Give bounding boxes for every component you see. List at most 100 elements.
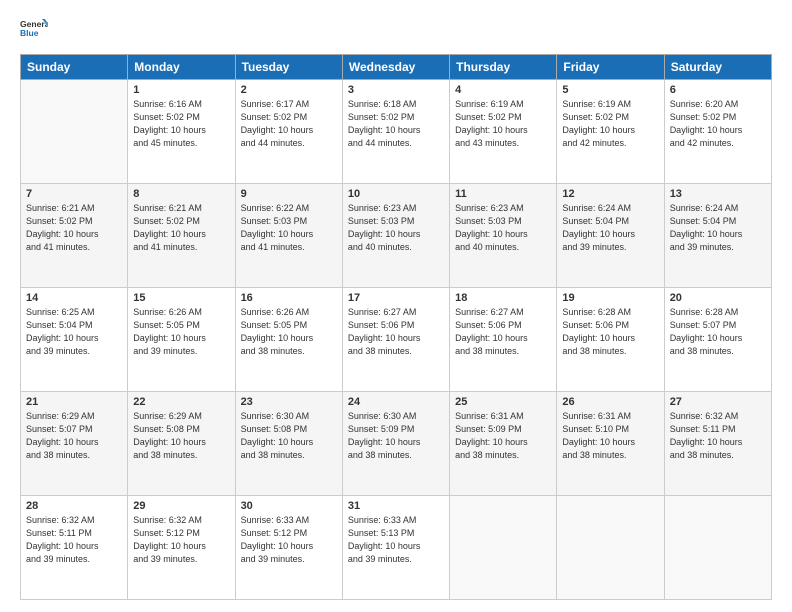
weekday-header-wednesday: Wednesday xyxy=(342,55,449,80)
day-info: Sunrise: 6:19 AMSunset: 5:02 PMDaylight:… xyxy=(455,98,551,150)
weekday-header-thursday: Thursday xyxy=(450,55,557,80)
day-number: 23 xyxy=(241,396,337,408)
day-info: Sunrise: 6:19 AMSunset: 5:02 PMDaylight:… xyxy=(562,98,658,150)
week-row-2: 7 Sunrise: 6:21 AMSunset: 5:02 PMDaylight… xyxy=(21,184,772,288)
day-number: 26 xyxy=(562,396,658,408)
calendar-cell: 27 Sunrise: 6:32 AMSunset: 5:11 PMDayligh… xyxy=(664,392,771,496)
calendar-cell: 3 Sunrise: 6:18 AMSunset: 5:02 PMDaylight… xyxy=(342,80,449,184)
day-info: Sunrise: 6:25 AMSunset: 5:04 PMDaylight:… xyxy=(26,306,122,358)
day-number: 22 xyxy=(133,396,229,408)
day-number: 14 xyxy=(26,292,122,304)
day-number: 7 xyxy=(26,188,122,200)
calendar-cell: 4 Sunrise: 6:19 AMSunset: 5:02 PMDaylight… xyxy=(450,80,557,184)
day-info: Sunrise: 6:24 AMSunset: 5:04 PMDaylight:… xyxy=(562,202,658,254)
calendar-cell: 28 Sunrise: 6:32 AMSunset: 5:11 PMDayligh… xyxy=(21,496,128,600)
day-number: 2 xyxy=(241,84,337,96)
calendar-cell xyxy=(664,496,771,600)
day-number: 16 xyxy=(241,292,337,304)
day-info: Sunrise: 6:20 AMSunset: 5:02 PMDaylight:… xyxy=(670,98,766,150)
calendar-cell: 30Sunrise: 6:33 AMSunset: 5:12 PMDayligh… xyxy=(235,496,342,600)
calendar-cell xyxy=(557,496,664,600)
calendar-cell: 14 Sunrise: 6:25 AMSunset: 5:04 PMDayligh… xyxy=(21,288,128,392)
calendar-cell: 22Sunrise: 6:29 AMSunset: 5:08 PMDayligh… xyxy=(128,392,235,496)
weekday-header-friday: Friday xyxy=(557,55,664,80)
day-info: Sunrise: 6:32 AMSunset: 5:12 PMDaylight:… xyxy=(133,514,229,566)
week-row-5: 28 Sunrise: 6:32 AMSunset: 5:11 PMDayligh… xyxy=(21,496,772,600)
weekday-header-sunday: Sunday xyxy=(21,55,128,80)
calendar-cell: 25 Sunrise: 6:31 AMSunset: 5:09 PMDayligh… xyxy=(450,392,557,496)
calendar-cell: 24 Sunrise: 6:30 AMSunset: 5:09 PMDayligh… xyxy=(342,392,449,496)
calendar-cell: 15Sunrise: 6:26 AMSunset: 5:05 PMDayligh… xyxy=(128,288,235,392)
day-number: 31 xyxy=(348,500,444,512)
logo-icon: General Blue xyxy=(20,16,48,44)
calendar-cell: 29 Sunrise: 6:32 AMSunset: 5:12 PMDayligh… xyxy=(128,496,235,600)
calendar-cell: 18 Sunrise: 6:27 AMSunset: 5:06 PMDayligh… xyxy=(450,288,557,392)
day-number: 1 xyxy=(133,84,229,96)
calendar-cell: 10 Sunrise: 6:23 AMSunset: 5:03 PMDayligh… xyxy=(342,184,449,288)
day-number: 24 xyxy=(348,396,444,408)
day-info: Sunrise: 6:32 AMSunset: 5:11 PMDaylight:… xyxy=(670,410,766,462)
day-number: 30 xyxy=(241,500,337,512)
calendar-cell: 12 Sunrise: 6:24 AMSunset: 5:04 PMDayligh… xyxy=(557,184,664,288)
day-number: 28 xyxy=(26,500,122,512)
weekday-header-tuesday: Tuesday xyxy=(235,55,342,80)
calendar-cell: 11Sunrise: 6:23 AMSunset: 5:03 PMDayligh… xyxy=(450,184,557,288)
calendar-cell: 9 Sunrise: 6:22 AMSunset: 5:03 PMDaylight… xyxy=(235,184,342,288)
day-info: Sunrise: 6:27 AMSunset: 5:06 PMDaylight:… xyxy=(455,306,551,358)
day-info: Sunrise: 6:23 AMSunset: 5:03 PMDaylight:… xyxy=(348,202,444,254)
logo: General Blue xyxy=(20,16,48,44)
day-info: Sunrise: 6:28 AMSunset: 5:06 PMDaylight:… xyxy=(562,306,658,358)
day-number: 3 xyxy=(348,84,444,96)
day-info: Sunrise: 6:31 AMSunset: 5:09 PMDaylight:… xyxy=(455,410,551,462)
day-info: Sunrise: 6:30 AMSunset: 5:09 PMDaylight:… xyxy=(348,410,444,462)
day-info: Sunrise: 6:16 AMSunset: 5:02 PMDaylight:… xyxy=(133,98,229,150)
day-number: 10 xyxy=(348,188,444,200)
day-number: 18 xyxy=(455,292,551,304)
weekday-header-saturday: Saturday xyxy=(664,55,771,80)
day-number: 6 xyxy=(670,84,766,96)
calendar-cell: 20 Sunrise: 6:28 AMSunset: 5:07 PMDayligh… xyxy=(664,288,771,392)
day-info: Sunrise: 6:33 AMSunset: 5:13 PMDaylight:… xyxy=(348,514,444,566)
calendar-cell: 5 Sunrise: 6:19 AMSunset: 5:02 PMDaylight… xyxy=(557,80,664,184)
calendar-cell: 31 Sunrise: 6:33 AMSunset: 5:13 PMDayligh… xyxy=(342,496,449,600)
week-row-1: 1 Sunrise: 6:16 AMSunset: 5:02 PMDaylight… xyxy=(21,80,772,184)
calendar-cell: 21 Sunrise: 6:29 AMSunset: 5:07 PMDayligh… xyxy=(21,392,128,496)
day-number: 21 xyxy=(26,396,122,408)
day-info: Sunrise: 6:27 AMSunset: 5:06 PMDaylight:… xyxy=(348,306,444,358)
day-info: Sunrise: 6:18 AMSunset: 5:02 PMDaylight:… xyxy=(348,98,444,150)
day-info: Sunrise: 6:21 AMSunset: 5:02 PMDaylight:… xyxy=(133,202,229,254)
day-info: Sunrise: 6:30 AMSunset: 5:08 PMDaylight:… xyxy=(241,410,337,462)
calendar-cell xyxy=(450,496,557,600)
day-number: 29 xyxy=(133,500,229,512)
day-number: 5 xyxy=(562,84,658,96)
day-number: 17 xyxy=(348,292,444,304)
calendar-cell: 19Sunrise: 6:28 AMSunset: 5:06 PMDayligh… xyxy=(557,288,664,392)
day-number: 25 xyxy=(455,396,551,408)
day-number: 8 xyxy=(133,188,229,200)
day-number: 11 xyxy=(455,188,551,200)
day-number: 12 xyxy=(562,188,658,200)
calendar-cell: 6 Sunrise: 6:20 AMSunset: 5:02 PMDaylight… xyxy=(664,80,771,184)
day-info: Sunrise: 6:26 AMSunset: 5:05 PMDaylight:… xyxy=(241,306,337,358)
page: General Blue SundayMondayTuesdayWednesda… xyxy=(0,0,792,612)
day-info: Sunrise: 6:28 AMSunset: 5:07 PMDaylight:… xyxy=(670,306,766,358)
calendar-cell: 23 Sunrise: 6:30 AMSunset: 5:08 PMDayligh… xyxy=(235,392,342,496)
header: General Blue xyxy=(20,16,772,44)
svg-text:Blue: Blue xyxy=(20,28,39,38)
day-info: Sunrise: 6:26 AMSunset: 5:05 PMDaylight:… xyxy=(133,306,229,358)
weekday-header-row: SundayMondayTuesdayWednesdayThursdayFrid… xyxy=(21,55,772,80)
week-row-4: 21 Sunrise: 6:29 AMSunset: 5:07 PMDayligh… xyxy=(21,392,772,496)
day-info: Sunrise: 6:22 AMSunset: 5:03 PMDaylight:… xyxy=(241,202,337,254)
day-info: Sunrise: 6:32 AMSunset: 5:11 PMDaylight:… xyxy=(26,514,122,566)
calendar-cell: 26Sunrise: 6:31 AMSunset: 5:10 PMDayligh… xyxy=(557,392,664,496)
day-number: 27 xyxy=(670,396,766,408)
calendar-cell: 1 Sunrise: 6:16 AMSunset: 5:02 PMDaylight… xyxy=(128,80,235,184)
day-number: 20 xyxy=(670,292,766,304)
calendar-body: 1 Sunrise: 6:16 AMSunset: 5:02 PMDaylight… xyxy=(21,80,772,600)
day-info: Sunrise: 6:24 AMSunset: 5:04 PMDaylight:… xyxy=(670,202,766,254)
day-info: Sunrise: 6:29 AMSunset: 5:07 PMDaylight:… xyxy=(26,410,122,462)
calendar-cell xyxy=(21,80,128,184)
day-number: 4 xyxy=(455,84,551,96)
calendar-cell: 16 Sunrise: 6:26 AMSunset: 5:05 PMDayligh… xyxy=(235,288,342,392)
day-number: 9 xyxy=(241,188,337,200)
